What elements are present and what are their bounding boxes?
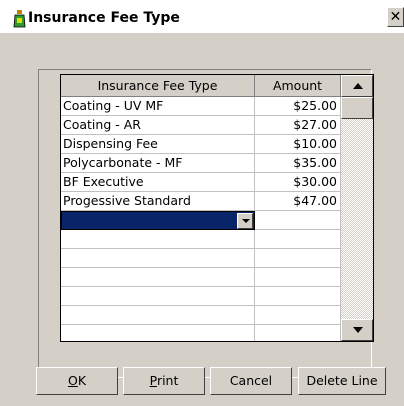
vertical-scrollbar[interactable]: [341, 75, 373, 341]
amount-cell[interactable]: $27.00: [255, 116, 341, 135]
empty-row[interactable]: [61, 306, 341, 325]
print-mnemonic: P: [149, 373, 157, 388]
print-label-rest: rint: [156, 373, 179, 388]
column-header-fee-type[interactable]: Insurance Fee Type: [61, 75, 255, 97]
amount-cell[interactable]: $25.00: [255, 97, 341, 116]
fee-type-cell[interactable]: [61, 249, 255, 268]
ok-label-rest: K: [77, 373, 87, 388]
empty-row[interactable]: [61, 249, 341, 268]
amount-cell[interactable]: [255, 287, 341, 306]
ok-mnemonic: O: [67, 373, 78, 388]
fee-type-cell[interactable]: Dispensing Fee: [61, 135, 255, 154]
close-button[interactable]: ✕: [387, 7, 404, 27]
fee-type-cell[interactable]: Polycarbonate - MF: [61, 154, 255, 173]
delete-line-button[interactable]: Delete Line: [298, 367, 386, 395]
amount-cell[interactable]: [255, 230, 341, 249]
print-button[interactable]: Print: [123, 367, 205, 395]
amount-cell[interactable]: $47.00: [255, 192, 341, 211]
table-row[interactable]: Coating - UV MF $25.00: [61, 97, 341, 116]
arrow-up-icon: [353, 83, 363, 89]
amount-cell[interactable]: [255, 306, 341, 325]
fee-type-dropdown[interactable]: [61, 211, 255, 230]
fee-grid[interactable]: Insurance Fee Type Amount Coating - UV M…: [60, 74, 374, 342]
empty-row[interactable]: [61, 325, 341, 341]
fee-type-cell[interactable]: Progessive Standard: [61, 192, 255, 211]
amount-cell[interactable]: [255, 268, 341, 287]
amount-cell[interactable]: $10.00: [255, 135, 341, 154]
app-icon: [13, 10, 26, 28]
amount-cell[interactable]: [255, 211, 341, 230]
amount-cell[interactable]: [255, 249, 341, 268]
fee-type-cell[interactable]: [61, 268, 255, 287]
window-title: Insurance Fee Type: [28, 10, 180, 26]
scroll-thumb[interactable]: [341, 97, 373, 119]
fee-type-cell[interactable]: Coating - AR: [61, 116, 255, 135]
arrow-down-icon: [353, 327, 363, 333]
table-row[interactable]: Dispensing Fee $10.00: [61, 135, 341, 154]
scroll-down-button[interactable]: [341, 319, 373, 341]
fee-type-cell[interactable]: [61, 230, 255, 249]
amount-cell[interactable]: $30.00: [255, 173, 341, 192]
ok-button[interactable]: OK: [36, 367, 118, 395]
empty-row[interactable]: [61, 268, 341, 287]
fee-type-cell[interactable]: [61, 287, 255, 306]
new-entry-row[interactable]: [61, 211, 341, 230]
chevron-down-icon: [242, 219, 250, 223]
close-icon: ✕: [389, 9, 402, 25]
amount-cell[interactable]: $35.00: [255, 154, 341, 173]
fee-type-cell[interactable]: [61, 306, 255, 325]
dropdown-button[interactable]: [237, 213, 253, 229]
empty-row[interactable]: [61, 230, 341, 249]
title-bar: Insurance Fee Type ✕: [0, 0, 404, 33]
fee-type-cell[interactable]: [61, 325, 255, 341]
empty-row[interactable]: [61, 287, 341, 306]
table-row[interactable]: Coating - AR $27.00: [61, 116, 341, 135]
table-row[interactable]: BF Executive $30.00: [61, 173, 341, 192]
table-row[interactable]: Progessive Standard $47.00: [61, 192, 341, 211]
column-header-amount[interactable]: Amount: [255, 75, 341, 97]
fee-type-cell[interactable]: Coating - UV MF: [61, 97, 255, 116]
table-row[interactable]: Polycarbonate - MF $35.00: [61, 154, 341, 173]
cancel-button[interactable]: Cancel: [210, 367, 292, 395]
scroll-up-button[interactable]: [341, 75, 373, 97]
fee-type-cell[interactable]: BF Executive: [61, 173, 255, 192]
amount-cell[interactable]: [255, 325, 341, 341]
